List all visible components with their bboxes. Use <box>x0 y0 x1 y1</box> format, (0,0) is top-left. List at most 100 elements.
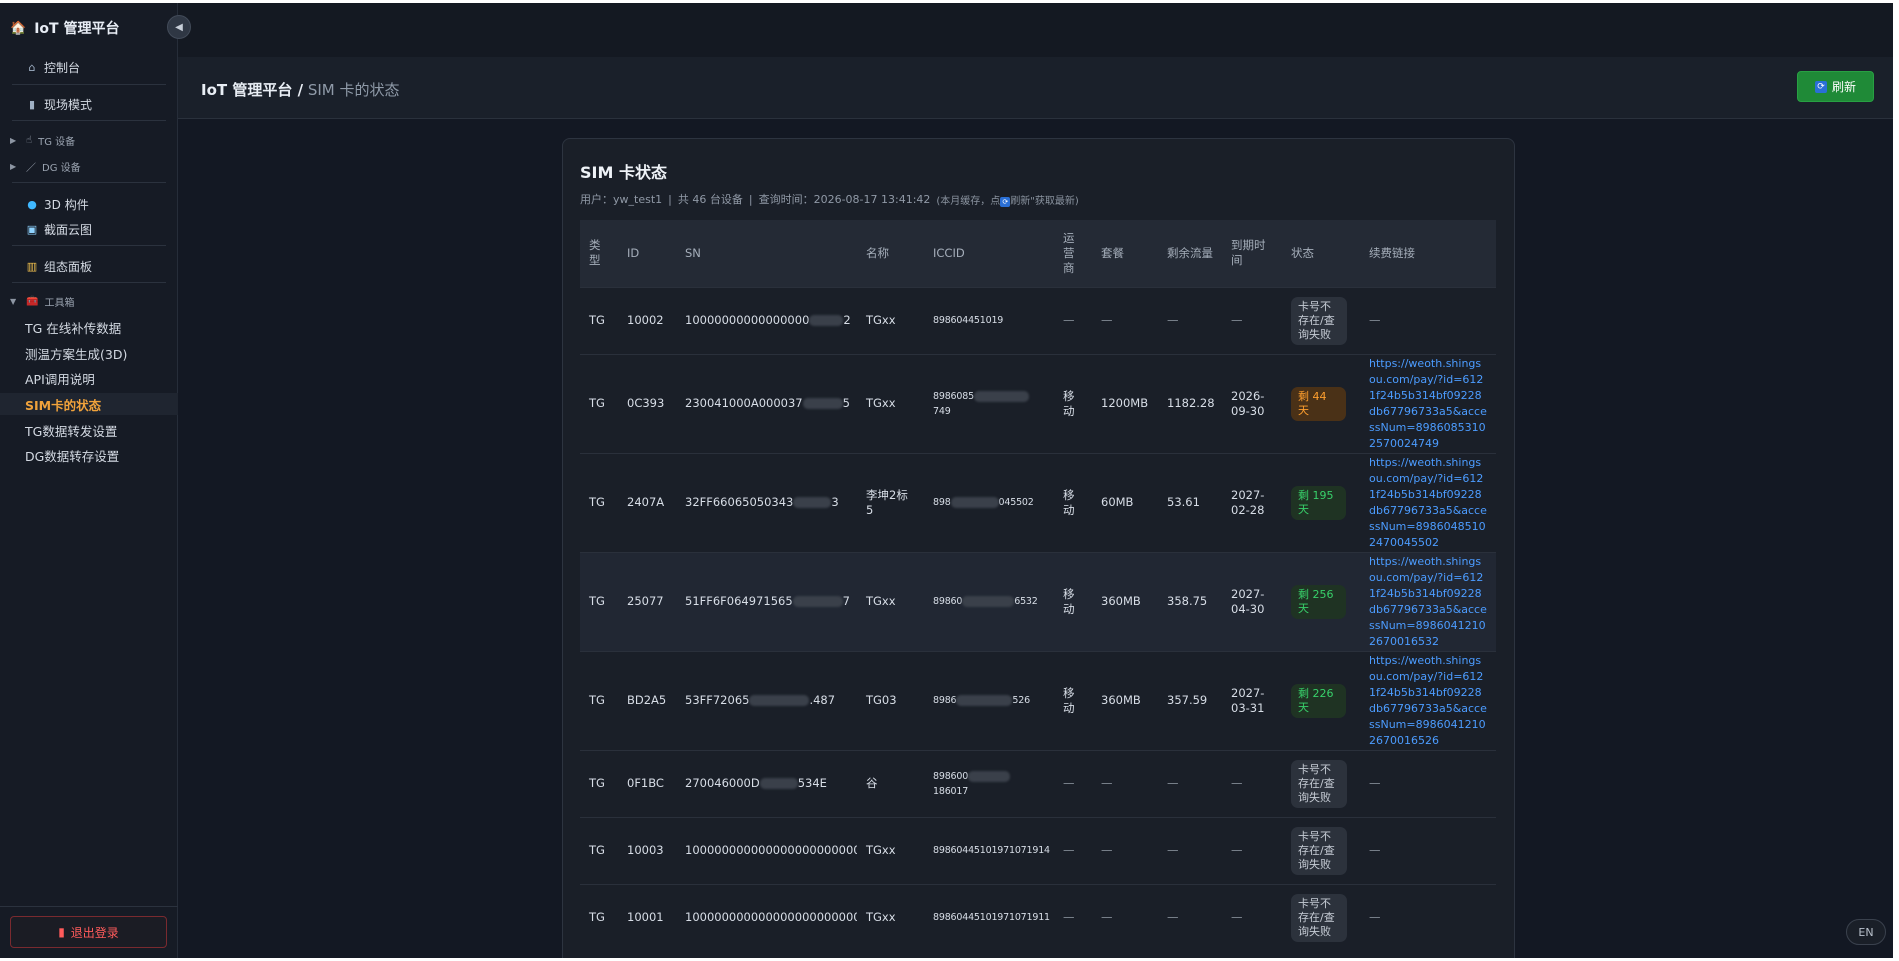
app-window: 🏠 IoT 管理平台 ⌂ 控制台 ▮ 现场模式 ▶ ☝ TG 设备 ▶ ／ DG… <box>0 3 1893 958</box>
sidebar-item-sim-status[interactable]: SIM卡的状态 <box>0 393 178 415</box>
sidebar-item-label: 截面云图 <box>44 222 93 237</box>
table-row: TG 0C393 230041000A000037 5 TGxx 8986085749 移动… <box>580 353 1496 453</box>
cell-status: 卡号不存在/查询失败 <box>1282 286 1360 354</box>
group-tg-devices[interactable]: ▶ ☝ TG 设备 <box>10 131 75 149</box>
cell-plan: 360MB <box>1092 650 1158 750</box>
cell-remaining: 358.75 <box>1158 551 1222 651</box>
cell-expire: — <box>1222 883 1282 951</box>
cell-expire: — <box>1222 749 1282 817</box>
refresh-icon: ⟳ <box>1000 196 1011 207</box>
cell-status: 卡号不存在/查询失败 <box>1282 749 1360 817</box>
cell-carrier: 移动 <box>1054 353 1092 453</box>
cell-id: 2407A <box>618 452 676 552</box>
refresh-icon: ⟳ <box>1814 80 1827 93</box>
cell-expire: 2027-02-28 <box>1222 452 1282 552</box>
card-meta: 用户：yw_test1 | 共 46 台设备 | 查询时间：2026-08-17… <box>580 192 1079 207</box>
cell-sn: 53FF72065.487 <box>676 650 857 750</box>
sidebar-item-label: 3D 构件 <box>44 197 89 212</box>
home-icon: ⌂ <box>28 60 36 74</box>
cell-iccid: 89860445101971071911 <box>924 883 1054 951</box>
sidebar-item-label: 控制台 <box>44 60 81 75</box>
refresh-label: 刷新 <box>1831 80 1856 94</box>
column-header: ID <box>627 245 640 260</box>
cell-expire: 2027-03-31 <box>1222 650 1282 750</box>
column-header: 到期时间 <box>1231 238 1266 268</box>
sidebar: 🏠 IoT 管理平台 ⌂ 控制台 ▮ 现场模式 ▶ ☝ TG 设备 ▶ ／ DG… <box>0 3 178 958</box>
cell-remaining: — <box>1158 749 1222 817</box>
divider <box>12 282 166 283</box>
redacted-mask <box>749 695 810 706</box>
empty-value: — <box>1369 843 1381 857</box>
sidebar-item-api-docs[interactable]: API调用说明 <box>25 367 95 389</box>
column-header: 名称 <box>866 245 889 260</box>
logout-button[interactable]: ▮ 退出登录 <box>10 916 167 948</box>
sidebar-item-3d-component[interactable]: ● 3D 构件 <box>26 194 89 214</box>
divider <box>0 906 178 907</box>
breadcrumb-root[interactable]: IoT 管理平台 / <box>201 81 303 99</box>
column-header: 套餐 <box>1101 245 1124 260</box>
language-toggle-button[interactable]: EN <box>1846 919 1886 945</box>
cell-iccid: 89860445101971071914 <box>924 816 1054 884</box>
renew-link[interactable]: https://weoth.shingsou.com/pay/?id=6121f… <box>1369 654 1487 747</box>
cell-name: TGxx <box>857 883 924 951</box>
cell-id: BD2A5 <box>618 650 676 750</box>
pointer-icon: ☝ <box>26 134 33 146</box>
cell-renew-link: https://weoth.shingsou.com/pay/?id=6121f… <box>1360 551 1496 651</box>
redacted-mask <box>792 596 843 607</box>
cell-plan: — <box>1092 816 1158 884</box>
column-header: ICCID <box>933 245 965 260</box>
cell-id: 0F1BC <box>618 749 676 817</box>
empty-value: — <box>1369 313 1381 327</box>
group-label: TG 设备 <box>38 136 76 148</box>
renew-link[interactable]: https://weoth.shingsou.com/pay/?id=6121f… <box>1369 456 1487 549</box>
sidebar-item-tg-upload[interactable]: TG 在线补传数据 <box>25 316 121 338</box>
cell-renew-link: — <box>1360 816 1496 884</box>
group-dg-devices[interactable]: ▶ ／ DG 设备 <box>10 157 81 175</box>
status-badge: 剩 256 天 <box>1291 584 1346 619</box>
cell-remaining: 357.59 <box>1158 650 1222 750</box>
book-icon: ▣ <box>26 222 38 236</box>
cell-name: TGxx <box>857 816 924 884</box>
cell-expire: 2027-04-30 <box>1222 551 1282 651</box>
cell-type: TG <box>580 551 618 651</box>
collapse-sidebar-button[interactable]: ◀ <box>167 15 191 39</box>
sidebar-item-temp-plan[interactable]: 测温方案生成(3D) <box>25 342 127 364</box>
chevron-left-icon: ◀ <box>175 21 183 33</box>
table-row: TG 10001 1000000000000000000000001 TGxx 8986… <box>580 883 1496 951</box>
cell-status: 卡号不存在/查询失败 <box>1282 883 1360 951</box>
cell-expire: 2026-09-30 <box>1222 353 1282 453</box>
chevron-right-icon: ▶ <box>10 161 17 171</box>
group-label: DG 设备 <box>42 162 81 174</box>
sidebar-item-section-cloud[interactable]: ▣ 截面云图 <box>26 219 92 239</box>
cell-id: 10001 <box>618 883 676 951</box>
card-title: SIM 卡状态 <box>580 163 667 182</box>
cell-status: 剩 44 天 <box>1282 353 1360 453</box>
divider <box>12 182 166 183</box>
status-badge: 剩 195 天 <box>1291 485 1346 520</box>
table-row: TG 2407A 32FF66065050343 3 李坤2标5 898 045502 移动 6… <box>580 452 1496 552</box>
group-toolbox[interactable]: ▼ 🧰 工具箱 <box>10 292 74 310</box>
sidebar-item-tg-forward[interactable]: TG数据转发设置 <box>25 419 117 441</box>
renew-link[interactable]: https://weoth.shingsou.com/pay/?id=6121f… <box>1369 357 1487 450</box>
cell-renew-link: https://weoth.shingsou.com/pay/?id=6121f… <box>1360 353 1496 453</box>
cell-iccid: 8986 526 <box>924 650 1054 750</box>
sidebar-item-dashboard[interactable]: ⌂ 控制台 <box>26 57 81 77</box>
table-header-row: 类型 ID SN 名称 ICCID 运营商 套餐 剩余流量 到期时间 状态 续费链接 <box>580 220 1496 287</box>
refresh-button[interactable]: ⟳ 刷新 <box>1797 71 1874 102</box>
status-badge: 卡号不存在/查询失败 <box>1291 296 1347 345</box>
cell-renew-link: — <box>1360 883 1496 951</box>
cell-plan: — <box>1092 749 1158 817</box>
meta-note: (本月缓存，点 ⟳ 刷新"获取最新) <box>936 195 1079 207</box>
cell-name: TGxx <box>857 551 924 651</box>
cell-carrier: — <box>1054 286 1092 354</box>
chevron-right-icon: ▶ <box>10 135 17 145</box>
toolbox-icon: 🧰 <box>26 295 39 307</box>
meta-count: 共 46 台设备 <box>677 193 743 206</box>
brand[interactable]: 🏠 IoT 管理平台 <box>10 16 119 40</box>
sidebar-item-field-mode[interactable]: ▮ 现场模式 <box>26 94 92 114</box>
sidebar-item-config-panel[interactable]: ▥ 组态面板 <box>26 256 92 276</box>
sidebar-item-dg-store[interactable]: DG数据转存设置 <box>25 444 119 466</box>
redacted-mask <box>973 390 1029 402</box>
cell-sn: 1000000000000000000000001 <box>676 883 857 951</box>
renew-link[interactable]: https://weoth.shingsou.com/pay/?id=6121f… <box>1369 555 1487 648</box>
